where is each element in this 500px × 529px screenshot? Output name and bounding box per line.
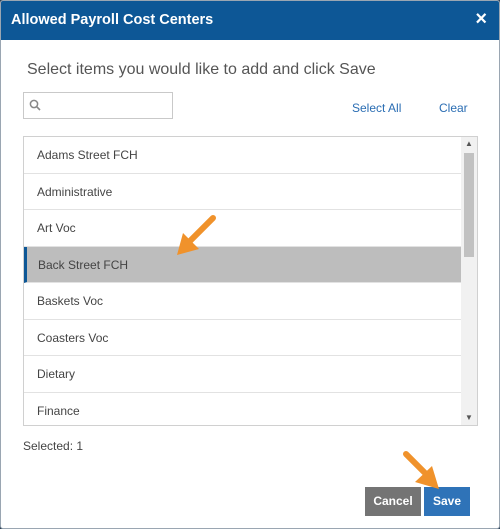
select-all-link[interactable]: Select All	[352, 101, 401, 115]
annotation-arrow-icon	[177, 215, 216, 255]
annotation-arrow-icon	[403, 451, 439, 489]
list-item[interactable]: Dietary	[24, 356, 462, 393]
clear-link[interactable]: Clear	[439, 101, 468, 115]
list-item-selected[interactable]: Back Street FCH	[24, 246, 462, 283]
scroll-down-arrow-icon[interactable]: ▼	[461, 411, 477, 425]
scroll-up-arrow-icon[interactable]: ▲	[461, 137, 477, 151]
list-scrollbar[interactable]: ▲ ▼	[461, 137, 477, 425]
allowed-payroll-cost-centers-dialog: Allowed Payroll Cost Centers × Select it…	[0, 0, 500, 529]
list-item[interactable]: Coasters Voc	[24, 320, 462, 356]
cost-center-list[interactable]: Adams Street FCH Administrative Art Voc …	[23, 136, 478, 426]
list-item[interactable]: Adams Street FCH	[24, 137, 462, 174]
selected-count: Selected: 1	[23, 439, 84, 453]
search-icon	[29, 99, 41, 111]
list-item[interactable]: Art Voc	[24, 210, 462, 247]
search-box[interactable]	[23, 92, 173, 119]
instructions-text: Select items you would like to add and c…	[27, 61, 376, 78]
scrollbar-thumb[interactable]	[464, 153, 474, 257]
list-item[interactable]: Finance	[24, 393, 462, 426]
dialog-title: Allowed Payroll Cost Centers	[11, 12, 214, 28]
search-input[interactable]	[44, 95, 170, 116]
close-icon[interactable]: ×	[475, 9, 487, 29]
list-item[interactable]: Administrative	[24, 174, 462, 210]
dialog-header: Allowed Payroll Cost Centers ×	[1, 1, 499, 40]
list-item[interactable]: Baskets Voc	[24, 283, 462, 320]
